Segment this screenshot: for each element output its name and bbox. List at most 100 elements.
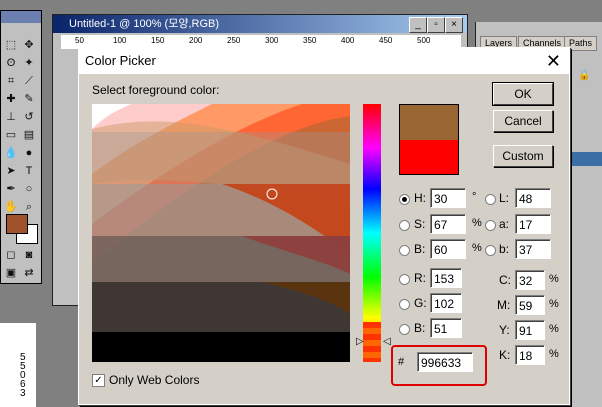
lab-b-radio[interactable] (485, 245, 496, 256)
minimize-button[interactable]: _ (409, 17, 427, 33)
magic-wand-tool-icon[interactable]: ✦ (21, 55, 37, 71)
new-color-swatch (399, 104, 459, 142)
b-unit: % (472, 242, 482, 254)
prompt-label: Select foreground color: (92, 83, 220, 97)
dialog-titlebar[interactable]: Color Picker (79, 48, 569, 74)
custom-button[interactable]: Custom (493, 145, 553, 167)
gradient-tool-icon[interactable]: ▤ (21, 127, 37, 143)
tools-palette: ⬚ ✥ ʘ ✦ ⌗ ⟋ ✚ ✎ ⊥ ↺ ▭ ▤ 💧 ● ➤ T ✒ ○ ✋ ⌕ … (0, 10, 42, 284)
lab-b-field[interactable]: 37 (515, 239, 551, 259)
a-field[interactable]: 17 (515, 214, 551, 234)
lasso-tool-icon[interactable]: ʘ (3, 55, 19, 71)
s-radio[interactable] (399, 220, 410, 231)
blur-tool-icon[interactable]: 💧 (3, 145, 19, 161)
only-web-colors-checkbox[interactable]: ✓ (92, 374, 105, 387)
ruler-tick-label: 400 (341, 36, 355, 45)
dialog-title: Color Picker (85, 53, 156, 68)
document-titlebar[interactable]: Untitled-1 @ 100% (모양,RGB) (53, 15, 467, 33)
ruler-tick-label: 450 (379, 36, 393, 45)
rgb-b-radio[interactable] (399, 324, 410, 335)
clone-stamp-tool-icon[interactable]: ⊥ (3, 109, 19, 125)
b-radio[interactable] (399, 245, 410, 256)
quick-mask-mode-icon[interactable]: ◙ (21, 247, 37, 263)
a-label: a: (499, 217, 510, 231)
r-radio[interactable] (399, 274, 410, 285)
foreground-color-swatch[interactable] (6, 214, 28, 234)
g-field[interactable]: 102 (430, 293, 462, 313)
b-label: B: (414, 242, 426, 256)
m-field[interactable]: 59 (515, 295, 545, 315)
y-field[interactable]: 91 (515, 320, 545, 340)
slice-tool-icon[interactable]: ⟋ (21, 73, 37, 89)
c-label: C: (499, 273, 511, 287)
color-field[interactable] (92, 104, 350, 362)
ok-button[interactable]: OK (492, 82, 554, 106)
close-icon[interactable]: ✕ (546, 51, 561, 71)
only-web-colors-label: Only Web Colors (109, 373, 200, 387)
crop-tool-icon[interactable]: ⌗ (3, 73, 19, 89)
b-field[interactable]: 60 (430, 239, 466, 259)
screen-mode-icon[interactable]: ▣ (3, 265, 19, 281)
document-title: Untitled-1 @ 100% (모양,RGB) (69, 18, 220, 30)
l-radio[interactable] (485, 194, 496, 205)
close-window-button[interactable]: × (445, 17, 463, 33)
hex-label: # (398, 356, 405, 368)
g-radio[interactable] (399, 299, 410, 310)
cancel-button[interactable]: Cancel (493, 110, 553, 132)
hue-slider-band (363, 322, 381, 362)
ruler-tick-label: 100 (113, 36, 127, 45)
s-field[interactable]: 67 (430, 214, 466, 234)
type-tool-icon[interactable]: T (21, 163, 37, 179)
path-selection-tool-icon[interactable]: ➤ (3, 163, 19, 179)
shape-tool-icon[interactable]: ○ (21, 181, 37, 197)
h-radio[interactable] (399, 194, 410, 205)
s-label: S: (414, 217, 426, 231)
l-label: L: (499, 191, 510, 205)
m-label: M: (497, 298, 511, 312)
tools-palette-titlebar[interactable] (1, 11, 41, 23)
c-field[interactable]: 32 (515, 270, 545, 290)
dodge-tool-icon[interactable]: ● (21, 145, 37, 161)
ruler-tick-label: 150 (151, 36, 165, 45)
k-field[interactable]: 18 (515, 345, 545, 365)
m-unit: % (549, 298, 559, 310)
r-field[interactable]: 153 (430, 268, 462, 288)
c-unit: % (549, 273, 559, 285)
lock-icon[interactable]: 🔒 (578, 70, 590, 81)
standard-mode-icon[interactable]: ◻ (3, 247, 19, 263)
jump-to-imageready-icon[interactable]: ⇄ (21, 265, 37, 281)
hue-slider[interactable] (363, 104, 381, 362)
h-field[interactable]: 30 (430, 188, 466, 208)
h-label: H: (414, 191, 426, 205)
k-label: K: (499, 348, 511, 362)
marquee-tool-icon[interactable]: ⬚ (3, 37, 19, 53)
history-brush-tool-icon[interactable]: ↺ (21, 109, 37, 125)
current-color-swatch[interactable] (399, 140, 459, 175)
ruler-tick-label: 50 (75, 36, 84, 45)
move-tool-icon[interactable]: ✥ (21, 37, 37, 53)
ruler-tick-label: 300 (265, 36, 279, 45)
ruler-tick-label: 500 (417, 36, 431, 45)
r-label: R: (414, 271, 426, 285)
hex-field[interactable]: 996633 (417, 352, 473, 372)
brush-tool-icon[interactable]: ✎ (21, 91, 37, 107)
g-label: G: (414, 296, 427, 310)
eraser-tool-icon[interactable]: ▭ (3, 127, 19, 143)
healing-brush-tool-icon[interactable]: ✚ (3, 91, 19, 107)
y-label: Y: (499, 323, 510, 337)
rgb-b-field[interactable]: 51 (430, 318, 462, 338)
l-field[interactable]: 48 (515, 188, 551, 208)
lab-b-label: b: (499, 242, 510, 256)
k-unit: % (549, 348, 559, 360)
ruler-tick-label: 250 (227, 36, 241, 45)
rgb-b-label: B: (414, 321, 426, 335)
s-unit: % (472, 217, 482, 229)
zoom-tool-icon[interactable]: ⌕ (21, 199, 37, 215)
pen-tool-icon[interactable]: ✒ (3, 181, 19, 197)
maximize-button[interactable]: ▫ (427, 17, 445, 33)
a-radio[interactable] (485, 220, 496, 231)
ruler-tick-label: 350 (303, 36, 317, 45)
hue-slider-right-arrow-icon[interactable]: ◁ (383, 336, 391, 347)
hue-slider-left-arrow-icon[interactable]: ▷ (356, 336, 364, 347)
hand-tool-icon[interactable]: ✋ (3, 199, 19, 215)
